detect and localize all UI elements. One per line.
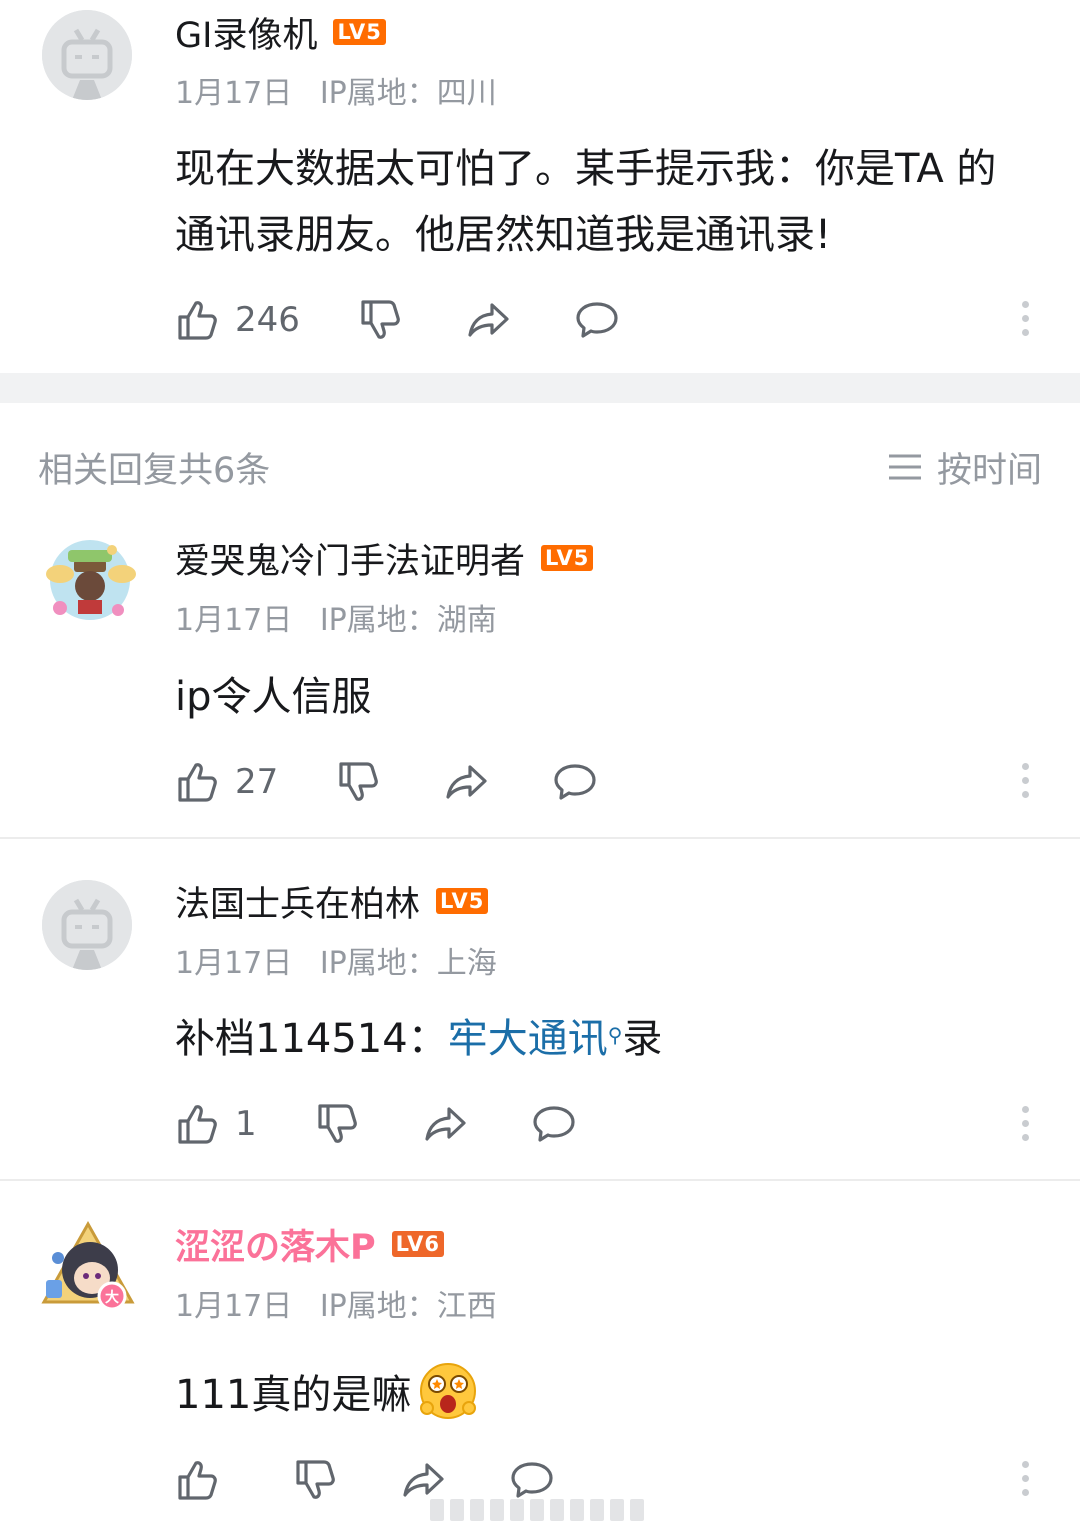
replies-count-title: 相关回复共6条 — [38, 450, 271, 491]
level-badge: LV5 — [436, 888, 489, 914]
comment-meta: 1月17日 IP属地：江西 — [175, 1281, 515, 1325]
comment-text-prefix: 补档114514： — [175, 1016, 448, 1062]
dislike-button[interactable] — [358, 297, 404, 343]
thumb-down-icon — [296, 1460, 335, 1499]
comment-date: 1月17日 — [175, 603, 293, 638]
comment-text: 补档114514：牢大通讯⚲录 — [175, 1006, 1030, 1072]
username-row: 涩涩の落木P LV6 — [175, 1222, 445, 1268]
sort-icon — [888, 454, 921, 480]
ip-location: IP属地：江西 — [319, 1289, 497, 1324]
share-icon — [468, 303, 509, 337]
like-button[interactable] — [175, 1457, 235, 1503]
share-button[interactable] — [466, 297, 512, 343]
user-avatar[interactable] — [38, 528, 142, 632]
comment-date: 1月17日 — [175, 76, 293, 111]
username[interactable]: 涩涩の落木P — [175, 1219, 376, 1270]
share-icon — [425, 1107, 466, 1141]
comment-meta: 1月17日 IP属地：上海 — [175, 938, 515, 982]
username[interactable]: 法国士兵在柏林 — [175, 876, 420, 927]
comment-actions: 1 — [175, 1099, 577, 1149]
username-row: 法国士兵在柏林 LV5 — [175, 879, 489, 925]
comment-text: 111真的是嘛 — [175, 1372, 412, 1418]
section-divider — [0, 373, 1080, 403]
thumb-up-icon — [178, 301, 217, 340]
ip-location: IP属地：上海 — [319, 946, 497, 981]
level-badge: LV5 — [541, 545, 594, 571]
comment-text: 现在大数据太可怕了。某手提示我：你是TA 的通讯录朋友。他居然知道我是通讯录! — [175, 146, 997, 258]
username[interactable]: 爱哭鬼冷门手法证明者 — [175, 533, 525, 584]
svg-text:大: 大 — [105, 1289, 119, 1306]
dislike-button[interactable] — [315, 1101, 361, 1147]
like-button[interactable]: 246 — [175, 297, 300, 343]
level-badge: LV6 — [391, 1231, 445, 1257]
comment-date: 1月17日 — [175, 946, 293, 981]
like-button[interactable]: 1 — [175, 1101, 257, 1147]
sort-label: 按时间 — [936, 450, 1042, 491]
watermark-logo — [430, 1499, 644, 1521]
share-button[interactable] — [444, 759, 490, 805]
comment-actions: 27 — [175, 757, 598, 807]
like-count: 27 — [235, 762, 279, 802]
default-avatar[interactable] — [42, 880, 132, 970]
more-icon[interactable] — [1020, 1106, 1030, 1141]
reply-button[interactable] — [531, 1101, 577, 1147]
search-link[interactable]: 牢大通讯 — [448, 1016, 608, 1062]
more-icon[interactable] — [1020, 763, 1030, 798]
more-icon[interactable] — [1020, 1461, 1030, 1496]
reply-icon — [576, 302, 618, 338]
search-icon[interactable]: ⚲ — [608, 1023, 623, 1047]
thumb-down-icon — [339, 762, 379, 801]
reply-divider — [0, 837, 1080, 839]
share-button[interactable] — [423, 1101, 469, 1147]
username-row: GI录像机 LV5 — [175, 10, 386, 56]
dislike-button[interactable] — [336, 759, 382, 805]
replies-header: 相关回复共6条 按时间 — [38, 442, 1042, 492]
username-row: 爱哭鬼冷门手法证明者 LV5 — [175, 536, 594, 582]
share-icon — [446, 765, 487, 799]
thumb-up-icon — [178, 763, 217, 802]
level-badge: LV5 — [333, 19, 386, 45]
like-count: 1 — [235, 1104, 257, 1144]
comment-meta: 1月17日 IP属地：湖南 — [175, 595, 515, 639]
comment-text-row: 111真的是嘛 — [175, 1362, 1030, 1428]
comment-date: 1月17日 — [175, 1289, 293, 1324]
comment-text: ip令人信服 — [175, 674, 372, 720]
shocked-emoji-icon — [420, 1363, 477, 1419]
thumb-down-icon — [318, 1104, 357, 1143]
like-button[interactable]: 27 — [175, 759, 278, 805]
thumb-up-icon — [178, 1461, 217, 1500]
thumb-down-icon — [361, 300, 400, 339]
comment-actions: 246 — [175, 295, 620, 345]
ip-location: IP属地：湖南 — [319, 603, 497, 638]
ip-location: IP属地：四川 — [319, 76, 497, 111]
sort-button[interactable]: 按时间 — [887, 442, 1042, 493]
reply-icon — [533, 1106, 575, 1142]
comment-text-suffix: 录 — [622, 1016, 663, 1062]
username[interactable]: GI录像机 — [175, 7, 317, 58]
reply-button[interactable] — [574, 297, 620, 343]
default-avatar[interactable] — [42, 10, 132, 100]
thumb-up-icon — [178, 1105, 217, 1144]
more-icon[interactable] — [1020, 301, 1030, 336]
user-avatar[interactable]: 大 — [38, 1218, 138, 1318]
reply-button[interactable] — [552, 759, 598, 805]
comment-meta: 1月17日 IP属地：四川 — [175, 68, 515, 112]
reply-divider — [0, 1179, 1080, 1181]
reply-icon — [554, 764, 596, 800]
like-count: 246 — [235, 300, 300, 340]
dislike-button[interactable] — [293, 1457, 339, 1503]
